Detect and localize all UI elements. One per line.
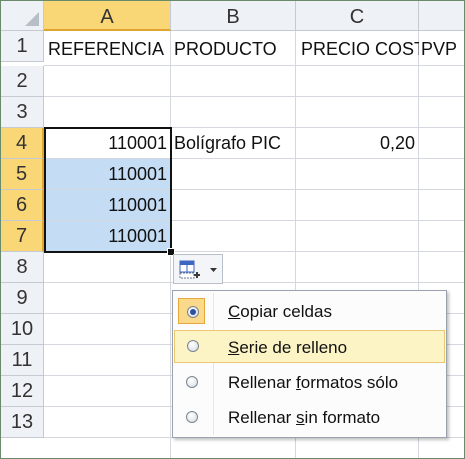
row-header-7[interactable]: 7 [1,221,44,252]
cell-b1[interactable]: PRODUCTO [171,34,296,65]
radio-selected-icon [187,306,199,318]
row-header-4[interactable]: 4 [1,128,44,159]
menu-item-label: Copiar celdas [228,302,332,321]
menu-item-label: Serie de relleno [228,338,348,357]
radio-icon [187,340,199,352]
spreadsheet-window: A B C 1 2 3 4 5 6 7 8 9 10 11 12 13 REFE… [0,0,465,459]
radio-container [178,404,205,430]
menu-item-copy-cells[interactable]: Copiar celdas [174,295,445,328]
column-header-c[interactable]: C [296,1,419,31]
row-header-3[interactable]: 3 [1,97,44,128]
radio-icon [186,376,198,388]
menu-item-fill-without-formatting[interactable]: Rellenar sin formato [174,401,445,434]
radio-container [178,369,205,395]
cell-b4[interactable]: Bolígrafo PIC [171,128,296,159]
row-header-1[interactable]: 1 [1,31,44,62]
cell-c1[interactable]: PRECIO COSTO [296,34,419,65]
menu-item-label: Rellenar formatos sólo [228,373,399,392]
row-header-9[interactable]: 9 [1,283,44,314]
cell-c4[interactable]: 0,20 [296,128,419,159]
radio-container [179,333,206,359]
column-header-a[interactable]: A [44,1,171,31]
row-header-2[interactable]: 2 [1,66,44,97]
column-header-d[interactable] [419,1,464,31]
row-header-13[interactable]: 13 [1,407,44,438]
column-header-b[interactable]: B [171,1,296,31]
autofill-options-menu: Copiar celdas Serie de relleno Rellenar … [172,290,447,438]
menu-item-label: Rellenar sin formato [228,408,381,427]
cell-d1[interactable]: PVP [419,34,464,65]
row-header-8[interactable]: 8 [1,252,44,283]
caret-down-icon [210,268,217,272]
row-header-5[interactable]: 5 [1,159,44,190]
select-all-icon [25,12,39,26]
menu-item-fill-series[interactable]: Serie de relleno [174,330,445,363]
selected-indicator [178,298,205,324]
row-header-12[interactable]: 12 [1,376,44,407]
cell-a1[interactable]: REFERENCIA [44,34,171,65]
autofill-options-button[interactable] [173,254,223,284]
selection-border [44,127,172,253]
row-header-10[interactable]: 10 [1,314,44,345]
row-header-11[interactable]: 11 [1,345,44,376]
menu-item-fill-formatting-only[interactable]: Rellenar formatos sólo [174,366,445,399]
select-all-corner[interactable] [1,1,44,31]
row-header-6[interactable]: 6 [1,190,44,221]
radio-icon [186,411,198,423]
